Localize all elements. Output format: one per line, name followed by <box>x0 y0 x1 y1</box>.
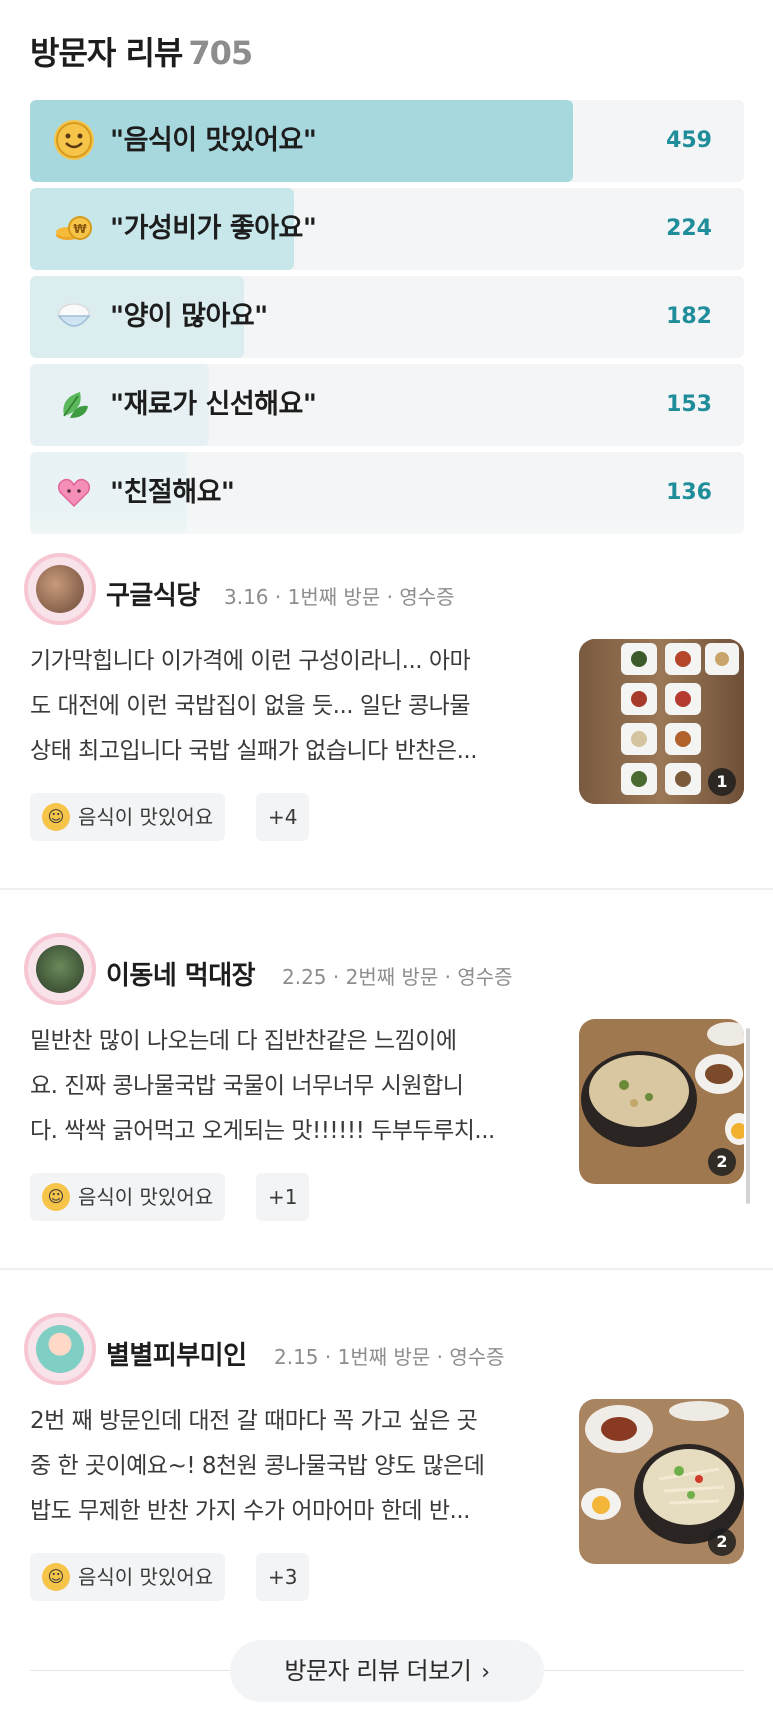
coin-icon: ₩ <box>54 208 94 248</box>
review-text[interactable]: 기가막힙니다 이가격에 이런 구성이라니... 아마 도 대전에 이런 국밥집이… <box>30 639 550 774</box>
review-text-line: 요. 진짜 콩나물국밥 국물이 너무너무 시원합니 <box>30 1073 464 1099</box>
svg-text:₩: ₩ <box>73 222 87 236</box>
scrollbar[interactable] <box>746 1028 750 1204</box>
reviews-count: 705 <box>188 34 253 72</box>
leaf-icon <box>54 384 94 424</box>
reviews-header: 방문자 리뷰 705 <box>30 28 253 74</box>
review-photo[interactable]: 1 <box>579 639 744 804</box>
review-text-line: 다. 싹싹 긁어먹고 오게되는 맛!!!!!! 두부두루치... <box>30 1118 495 1144</box>
tag-label: 음식이 맛있어요 <box>78 1185 214 1209</box>
stat-count: 153 <box>666 392 712 417</box>
smiley-icon: ☺ <box>42 1182 70 1211</box>
reviewer-name[interactable]: 이동네 먹대장 <box>106 955 256 992</box>
more-reviews-button[interactable]: 방문자 리뷰 더보기 › <box>230 1640 544 1702</box>
stat-count: 224 <box>666 216 712 241</box>
review-text[interactable]: 밑반찬 많이 나오는데 다 집반찬같은 느낌이에 요. 진짜 콩나물국밥 국물이… <box>30 1019 550 1154</box>
avatar-photo <box>36 565 84 613</box>
avatar[interactable] <box>24 933 96 1005</box>
review-keyword-tag[interactable]: ☺ 음식이 맛있어요 <box>30 793 226 841</box>
avatar[interactable] <box>24 1313 96 1385</box>
stat-label: "음식이 맛있어요" <box>110 125 317 156</box>
stat-row-value[interactable]: ₩ "가성비가 좋아요" 224 <box>30 188 744 270</box>
review-photo[interactable]: 2 <box>579 1019 744 1184</box>
review-keyword-tag[interactable]: ☺ 음식이 맛있어요 <box>30 1553 226 1601</box>
stat-count: 459 <box>666 128 712 153</box>
more-tags-badge[interactable]: +1 <box>256 1173 310 1221</box>
tag-label: 음식이 맛있어요 <box>78 1565 214 1589</box>
review-item[interactable]: 별별피부미인 2.15 · 1번째 방문 · 영수증 2번 째 방문인데 대전 … <box>24 1313 744 1603</box>
rice-bowl-icon <box>54 296 94 336</box>
chevron-right-icon: › <box>481 1660 490 1685</box>
review-text-line: 2번 째 방문인데 대전 갈 때마다 꼭 가고 싶은 곳 <box>30 1408 478 1434</box>
review-text[interactable]: 2번 째 방문인데 대전 갈 때마다 꼭 가고 싶은 곳 중 한 곳이예요~! … <box>30 1399 550 1534</box>
review-meta: 2.25 · 2번째 방문 · 영수증 <box>282 965 513 989</box>
photo-count-badge: 1 <box>708 768 736 796</box>
review-meta: 3.16 · 1번째 방문 · 영수증 <box>224 585 455 609</box>
review-text-line: 기가막힙니다 이가격에 이런 구성이라니... 아마 <box>30 648 471 674</box>
review-text-line: 밑반찬 많이 나오는데 다 집반찬같은 느낌이에 <box>30 1028 457 1054</box>
avatar[interactable] <box>24 553 96 625</box>
tag-label: 음식이 맛있어요 <box>78 805 214 829</box>
review-text-line: 중 한 곳이예요~! 8천원 콩나물국밥 양도 많은데 <box>30 1453 485 1479</box>
avatar-photo <box>36 945 84 993</box>
stat-row-fresh[interactable]: "재료가 신선해요" 153 <box>30 364 744 446</box>
divider <box>0 888 773 890</box>
review-keyword-tag[interactable]: ☺ 음식이 맛있어요 <box>30 1173 226 1221</box>
more-reviews-label: 방문자 리뷰 더보기 <box>284 1657 472 1685</box>
avatar-photo <box>36 1325 84 1373</box>
smiley-icon: ☺ <box>42 1562 70 1591</box>
photo-count-badge: 2 <box>708 1528 736 1556</box>
stat-label: "가성비가 좋아요" <box>110 213 317 244</box>
smiley-icon: ☺ <box>42 802 70 831</box>
stat-row-portion[interactable]: "양이 많아요" 182 <box>30 276 744 358</box>
stat-count: 182 <box>666 304 712 329</box>
smiley-icon <box>54 120 94 160</box>
review-photo[interactable]: 2 <box>579 1399 744 1564</box>
stat-row-kind[interactable]: "친절해요" 136 <box>30 452 744 534</box>
stat-label: "친절해요" <box>110 477 235 508</box>
more-tags-badge[interactable]: +4 <box>256 793 310 841</box>
divider <box>0 1268 773 1270</box>
stat-count: 136 <box>666 480 712 505</box>
heart-icon <box>54 472 94 512</box>
review-text-line: 도 대전에 이런 국밥집이 없을 듯... 일단 콩나물 <box>30 693 471 719</box>
review-item[interactable]: 구글식당 3.16 · 1번째 방문 · 영수증 기가막힙니다 이가격에 이런 … <box>24 553 744 843</box>
reviewer-name[interactable]: 별별피부미인 <box>106 1335 247 1372</box>
stat-label: "양이 많아요" <box>110 301 268 332</box>
review-item[interactable]: 이동네 먹대장 2.25 · 2번째 방문 · 영수증 밑반찬 많이 나오는데 … <box>24 933 744 1223</box>
photo-count-badge: 2 <box>708 1148 736 1176</box>
review-meta: 2.15 · 1번째 방문 · 영수증 <box>274 1345 505 1369</box>
reviewer-name[interactable]: 구글식당 <box>106 575 200 612</box>
stat-label: "재료가 신선해요" <box>110 389 317 420</box>
review-text-line: 밥도 무제한 반찬 가지 수가 어마어마 한데 반... <box>30 1498 471 1524</box>
reviews-title: 방문자 리뷰 <box>30 34 183 72</box>
stat-row-taste[interactable]: "음식이 맛있어요" 459 <box>30 100 744 182</box>
review-text-line: 상태 최고입니다 국밥 실패가 없습니다 반찬은... <box>30 738 478 764</box>
more-tags-badge[interactable]: +3 <box>256 1553 310 1601</box>
keyword-stats: "음식이 맛있어요" 459 ₩ "가성비가 좋아요" 224 "양이 많아요"… <box>30 100 744 630</box>
